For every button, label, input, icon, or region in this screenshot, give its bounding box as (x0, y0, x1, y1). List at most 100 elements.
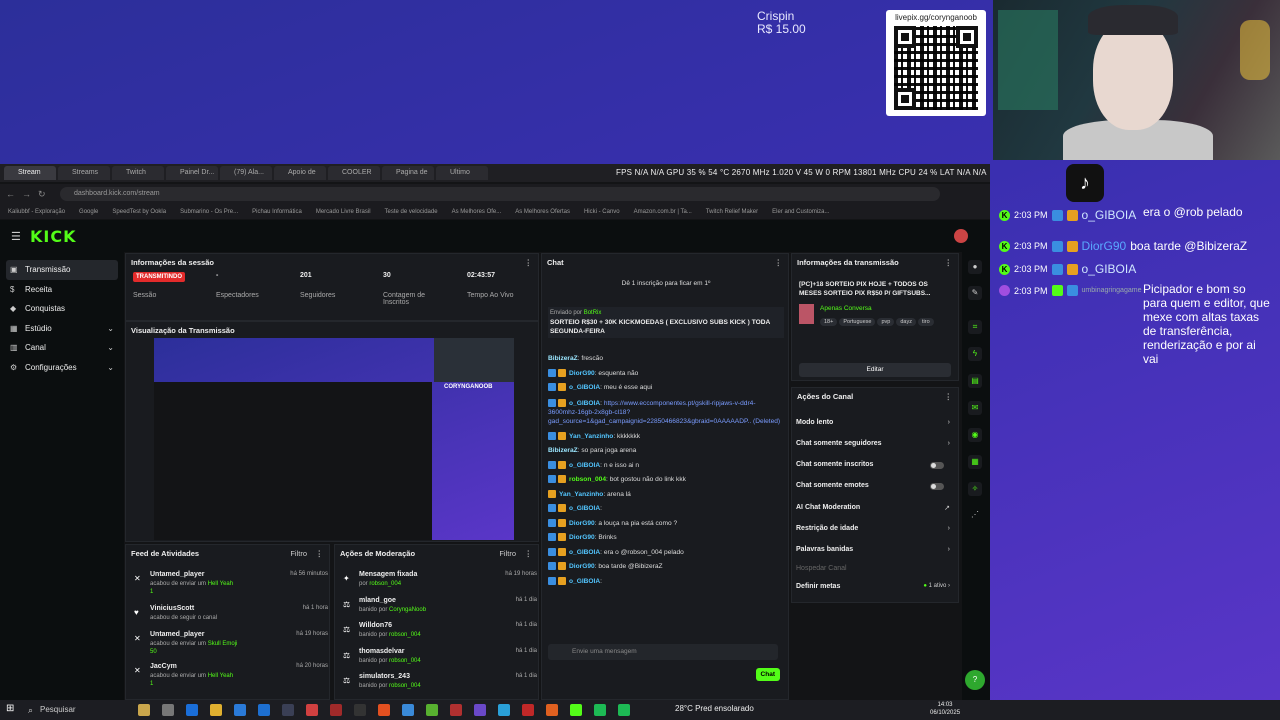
action-followers-only[interactable]: Chat somente seguidores › (796, 440, 950, 447)
chat-input[interactable]: Envie uma mensagem (548, 644, 778, 660)
wrench-icon[interactable]: ✧ (968, 482, 982, 496)
donor-amount: R$ 15.00 (757, 22, 806, 36)
menu-icon[interactable]: ☰ (11, 230, 21, 243)
document-icon[interactable]: ▤ (968, 374, 982, 388)
sidebar-item-receita[interactable]: $ Receita (0, 280, 124, 300)
action-slow-mode[interactable]: Modo lento › (796, 419, 950, 426)
app-icon[interactable] (570, 704, 582, 716)
bookmark[interactable]: Kaliubbf - Exploração (8, 209, 65, 215)
action-ai-moderation[interactable]: AI Chat Moderation ↗ (796, 504, 950, 512)
app-icon[interactable] (522, 704, 534, 716)
kick-logo[interactable]: KICK (30, 227, 77, 246)
bookmark[interactable]: SpeedTest by Ookla (112, 209, 166, 215)
more-icon[interactable]: ⋮ (945, 392, 953, 401)
ban-icon: ⚖ (343, 600, 351, 609)
bookmark[interactable]: Mercado Livre Brasil (316, 209, 371, 215)
lightning-icon[interactable]: ϟ (968, 347, 982, 361)
pin-icon: ✦ (343, 574, 350, 583)
more-icon[interactable]: ⋮ (945, 258, 953, 267)
action-age-restriction[interactable]: Restrição de idade › (796, 525, 950, 532)
telegram-icon[interactable] (498, 704, 510, 716)
bookmark[interactable]: As Melhores Ofertas (515, 209, 570, 215)
sidebar-item-estudio[interactable]: ▦ Estúdio ⌄ (0, 319, 124, 339)
mod-item: ⚖ simulators_243 há 1 dia banido por robson… (343, 673, 537, 689)
bookmark[interactable]: Eler and Customiza... (772, 209, 829, 215)
bookmark[interactable]: Submarino - Os Pre... (180, 209, 238, 215)
avatar[interactable] (954, 229, 968, 243)
folder-icon[interactable] (210, 704, 222, 716)
chrome-icon[interactable] (546, 704, 558, 716)
spotify-icon[interactable] (594, 704, 606, 716)
app-icon[interactable] (162, 704, 174, 716)
action-emotes-only[interactable]: Chat somente emotes (796, 482, 950, 490)
back-icon[interactable]: ← (6, 189, 16, 199)
app-icon[interactable] (474, 704, 486, 716)
filter-button[interactable]: Filtro (499, 549, 516, 558)
sidebar-item-canal[interactable]: ▥ Canal ⌄ (0, 338, 124, 358)
category-name[interactable]: Apenas Conversa (820, 305, 872, 312)
app-icon[interactable] (258, 704, 270, 716)
action-set-goals[interactable]: Definir metas ● 1 ativo › (796, 583, 950, 590)
app-icon[interactable] (450, 704, 462, 716)
forward-icon[interactable]: → (22, 189, 32, 199)
app-icon[interactable] (426, 704, 438, 716)
chat-bubble-icon[interactable]: ✉ (968, 401, 982, 415)
bookmark[interactable]: Teste de velocidade (385, 209, 438, 215)
edge-icon[interactable] (186, 704, 198, 716)
browser-tab[interactable]: (79) Ala... (220, 166, 272, 180)
browser-tab[interactable]: Stream (4, 166, 56, 180)
clip-icon[interactable]: ⌗ (968, 320, 982, 334)
calendar-icon[interactable]: ▦ (968, 455, 982, 469)
toggle-switch[interactable] (930, 462, 944, 469)
browser-tab[interactable]: COOLER (328, 166, 380, 180)
reload-icon[interactable]: ↻ (38, 189, 48, 200)
app-icon[interactable] (138, 704, 150, 716)
search-input[interactable]: Pesquisar (26, 703, 126, 717)
pencil-icon[interactable]: ✎ (968, 286, 982, 300)
edit-button[interactable]: Editar (799, 363, 951, 377)
browser-tab[interactable]: Pagina de (382, 166, 434, 180)
clock[interactable]: 14:03 06/10/2025 (930, 701, 960, 717)
windows-start-icon[interactable]: ⊞ (6, 703, 18, 715)
store-icon[interactable] (234, 704, 246, 716)
browser-tab[interactable]: Twitch (112, 166, 164, 180)
more-icon[interactable]: ⋮ (775, 258, 783, 267)
url-input[interactable]: dashboard.kick.com/stream (60, 187, 940, 201)
action-subs-only[interactable]: Chat somente inscritos (796, 461, 950, 469)
more-icon[interactable]: ⋮ (316, 549, 324, 558)
info-icon[interactable]: ● (968, 260, 982, 274)
bookmark[interactable]: Twitch Relief Maker (706, 209, 758, 215)
app-icon[interactable] (402, 704, 414, 716)
sidebar-item-configuracoes[interactable]: ⚙ Configurações ⌄ (0, 358, 124, 378)
browser-tab[interactable]: Ultimo (436, 166, 488, 180)
app-icon[interactable] (378, 704, 390, 716)
bookmark[interactable]: Pichau Informática (252, 209, 302, 215)
share-icon[interactable]: ⋰ (968, 508, 982, 522)
qr-code-icon (894, 26, 978, 110)
broadcast-icon[interactable]: ◉ (968, 428, 982, 442)
chat-send-button[interactable]: Chat (755, 668, 780, 681)
browser-tab[interactable]: Apoio de (274, 166, 326, 180)
overlay-chat-row: K 2:03 PM o_GIBOIA (999, 208, 1136, 222)
action-banned-words[interactable]: Palavras banidas › (796, 546, 950, 553)
spotify-icon[interactable] (618, 704, 630, 716)
more-icon[interactable]: ⋮ (525, 549, 533, 558)
help-icon[interactable]: ? (965, 670, 985, 690)
bookmark[interactable]: Google (79, 209, 98, 215)
filter-button[interactable]: Filtro (290, 549, 307, 558)
app-icon[interactable] (306, 704, 318, 716)
stream-preview[interactable]: CORYNGANOOB (154, 338, 514, 540)
browser-tab[interactable]: Streams (58, 166, 110, 180)
more-icon[interactable]: ⋮ (525, 258, 533, 267)
sidebar-item-transmissao[interactable]: ▣ Transmissão (6, 260, 118, 280)
steam-icon[interactable] (282, 704, 294, 716)
bookmark[interactable]: Hicki - Canvo (584, 209, 620, 215)
app-icon[interactable] (330, 704, 342, 716)
weather-widget[interactable]: 28°C Pred ensolarado (675, 704, 754, 713)
bookmark[interactable]: As Melhores Ofe... (452, 209, 502, 215)
toggle-switch[interactable] (930, 483, 944, 490)
sidebar-item-conquistas[interactable]: ◆ Conquistas (0, 299, 124, 319)
browser-tab[interactable]: Painel Dr... (166, 166, 218, 180)
app-icon[interactable] (354, 704, 366, 716)
bookmark[interactable]: Amazon.com.br | Ta... (634, 209, 692, 215)
